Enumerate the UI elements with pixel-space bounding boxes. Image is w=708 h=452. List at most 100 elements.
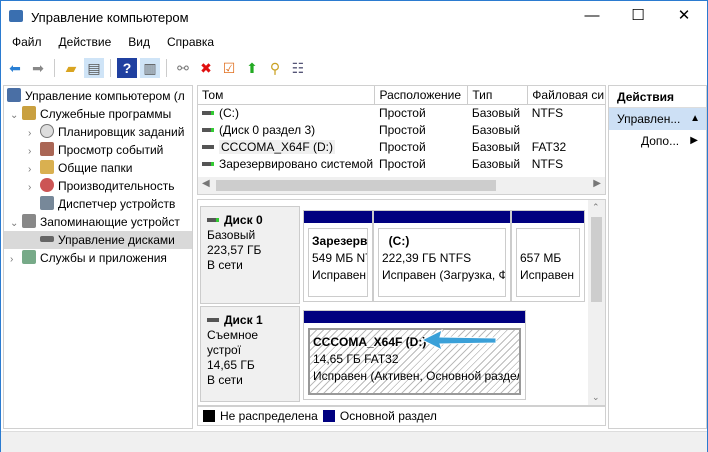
close-button[interactable]: ✕: [661, 1, 707, 33]
title-bar: Управление компьютером — ☐ ✕: [1, 1, 707, 33]
scroll-down-icon[interactable]: ⌄: [592, 392, 600, 403]
tree-root[interactable]: Управление компьютером (л: [4, 87, 192, 105]
partition-status: Исправен (Загрузка, Ф: [382, 268, 506, 282]
menu-file[interactable]: Файл: [1, 35, 48, 53]
menu-bar: Файл Действие Вид Справка: [1, 35, 220, 53]
tree-item-event-viewer[interactable]: › Просмотр событий: [4, 141, 192, 159]
drive-icon: [202, 144, 214, 149]
tools-icon: [22, 106, 36, 120]
back-icon[interactable]: ⬅: [5, 58, 25, 78]
tree-item-storage[interactable]: ⌄ Запоминающие устройст: [4, 213, 192, 231]
tree-label: Диспетчер устройств: [58, 197, 176, 211]
tree-item-services[interactable]: › Службы и приложения: [4, 249, 192, 267]
horizontal-scrollbar[interactable]: ◀ ▶: [198, 177, 605, 194]
scrollbar-thumb[interactable]: [216, 180, 496, 191]
forward-icon[interactable]: ➡: [28, 58, 48, 78]
cell: Простой: [378, 122, 426, 137]
tree-item-shared-folders[interactable]: › Общие папки: [4, 159, 192, 177]
tree-item-task-scheduler[interactable]: › Планировщик заданий: [4, 123, 192, 141]
cell: Простой: [378, 156, 426, 171]
show-hide-tree-icon[interactable]: ▤: [84, 58, 104, 78]
checklist-icon[interactable]: ☷: [288, 58, 308, 78]
disk-status: В сети: [207, 258, 243, 272]
properties-icon[interactable]: ☑: [219, 58, 239, 78]
actions-group-disk-management[interactable]: Управлен... ▲: [609, 108, 706, 130]
scrollbar-thumb[interactable]: [591, 217, 602, 302]
action-more[interactable]: Допо... ▶: [609, 130, 706, 152]
table-row[interactable]: Зарезервировано системой Простой Базовый NT…: [198, 155, 605, 172]
tree-label: Запоминающие устройст: [40, 215, 180, 229]
status-bar: [1, 431, 707, 452]
disk-1-label[interactable]: Диск 1 Съемное устрої 14,65 ГБ В сети: [200, 306, 300, 402]
tree-item-disk-management[interactable]: Управление дисками: [4, 231, 192, 249]
performance-icon: [40, 178, 54, 192]
disk-map: Диск 0 Базовый 223,57 ГБ В сети Зарезерв…: [197, 199, 606, 406]
partition-recovery[interactable]: 657 МБ Исправен: [511, 210, 585, 302]
device-manager-icon: [40, 196, 54, 210]
disk-type: Базовый: [207, 228, 256, 242]
minimize-button[interactable]: —: [569, 1, 615, 33]
partition-status: Исправен: [312, 268, 367, 282]
column-header-volume[interactable]: Том: [198, 86, 376, 105]
tree-label: Управление компьютером (л: [25, 89, 185, 103]
partition-title: CCCOMA_X64F (D:): [313, 335, 427, 349]
delete-icon[interactable]: ✖: [196, 58, 216, 78]
tree-label: Общие папки: [58, 161, 133, 175]
table-row[interactable]: CCCOMA_X64F (D:) Простой Базовый FAT32: [198, 138, 605, 155]
drive-icon: [202, 127, 214, 132]
menu-action[interactable]: Действие: [48, 35, 118, 53]
search-icon[interactable]: ⚲: [265, 58, 285, 78]
tree-item-performance[interactable]: › Производительность: [4, 177, 192, 195]
partition-status: Исправен: [520, 268, 575, 282]
scroll-left-icon[interactable]: ◀: [202, 178, 210, 189]
column-header-filesystem[interactable]: Файловая си: [527, 86, 605, 105]
partition-reserved[interactable]: Зарезерв 549 МБ NT Исправен: [303, 210, 373, 302]
disk-icon: [207, 318, 219, 322]
cell: Простой: [378, 105, 426, 120]
tree-label: Просмотр событий: [58, 143, 164, 157]
partition-status: Исправен (Активен, Основной раздел: [313, 369, 521, 383]
table-row[interactable]: (C:) Простой Базовый NTFS: [198, 104, 605, 121]
scroll-right-icon[interactable]: ▶: [593, 178, 601, 189]
partition-d[interactable]: CCCOMA_X64F (D:) 14,65 ГБ FAT32 Исправен (…: [303, 310, 526, 400]
action-label: Управлен...: [617, 112, 681, 126]
partition-title: (C:): [388, 234, 410, 248]
menu-view[interactable]: Вид: [117, 35, 156, 53]
show-hide-action-pane-icon[interactable]: ▥: [140, 58, 160, 78]
submenu-arrow-icon: ▶: [690, 135, 698, 146]
cell: FAT32: [531, 139, 567, 154]
disk-type: Съемное устрої: [207, 328, 259, 357]
menu-help[interactable]: Справка: [156, 35, 220, 53]
column-header-layout[interactable]: Расположение: [374, 86, 469, 105]
toolbar: ⬅ ➡ ▰ ▤ ? ▥ ⚯ ✖ ☑ ⬆ ⚲ ☷: [1, 55, 707, 81]
vertical-scrollbar[interactable]: ⌃ ⌄: [588, 200, 605, 405]
chevron-right-icon[interactable]: ›: [10, 251, 22, 269]
column-header-type[interactable]: Тип: [467, 86, 529, 105]
import-icon[interactable]: ⬆: [242, 58, 262, 78]
partition-c[interactable]: (C:) 222,39 ГБ NTFS Исправен (Загрузка, Ф: [373, 210, 511, 302]
unallocated-swatch: [203, 410, 215, 422]
disk-size: 14,65 ГБ: [207, 358, 255, 372]
legend: Не распределена Основной раздел: [197, 406, 606, 426]
maximize-button[interactable]: ☐: [615, 1, 661, 33]
disk-0-label[interactable]: Диск 0 Базовый 223,57 ГБ В сети: [200, 206, 300, 304]
cell: Базовый: [471, 156, 521, 171]
event-log-icon: [40, 142, 54, 156]
connect-drive-icon[interactable]: ⚯: [173, 58, 193, 78]
cell: Базовый: [471, 105, 521, 120]
up-folder-icon[interactable]: ▰: [61, 58, 81, 78]
collapse-icon[interactable]: ▲: [690, 108, 700, 130]
help-icon[interactable]: ?: [117, 58, 137, 78]
cell: (Диск 0 раздел 3): [219, 122, 316, 137]
tree-item-device-manager[interactable]: Диспетчер устройств: [4, 195, 192, 213]
scroll-up-icon[interactable]: ⌃: [592, 202, 600, 213]
disk-size: 223,57 ГБ: [207, 243, 262, 257]
table-row[interactable]: (Диск 0 раздел 3) Простой Базовый: [198, 121, 605, 138]
tree-item-system-tools[interactable]: ⌄ Служебные программы: [4, 105, 192, 123]
legend-unallocated: Не распределена: [220, 409, 318, 423]
cell: NTFS: [531, 156, 564, 171]
cell: Базовый: [471, 139, 521, 154]
actions-pane: Действия Управлен... ▲ Допо... ▶: [608, 85, 707, 429]
disk-icon: [40, 236, 54, 242]
tree-label: Службы и приложения: [40, 251, 167, 265]
